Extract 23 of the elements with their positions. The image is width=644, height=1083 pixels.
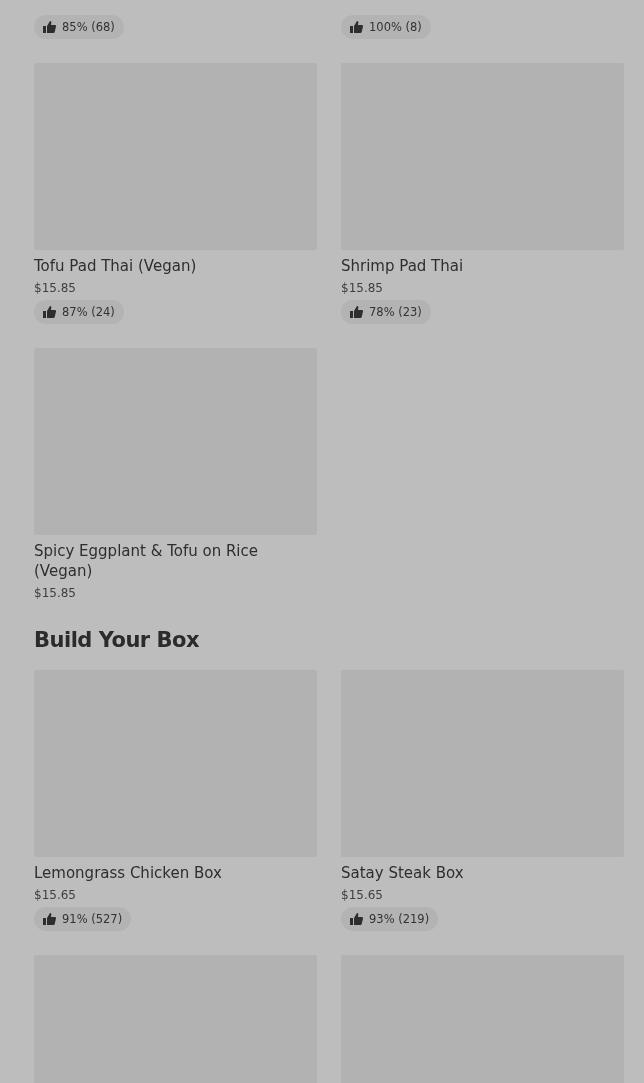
rating-text: 93% (219) xyxy=(369,912,430,926)
item-name[interactable]: Tofu Pad Thai (Vegan) xyxy=(34,256,317,276)
section-title: Build Your Box xyxy=(34,628,200,652)
rating-text: 85% (68) xyxy=(62,20,115,34)
item-price: $15.85 xyxy=(34,586,77,600)
item-price: $15.85 xyxy=(34,281,77,295)
rating-text: 100% (8) xyxy=(369,20,422,34)
item-name[interactable]: Satay Steak Box xyxy=(341,863,624,883)
item-name[interactable]: Spicy Eggplant & Tofu on Rice (Vegan) xyxy=(34,541,317,581)
item-price: $15.65 xyxy=(34,888,77,902)
item-price: $15.85 xyxy=(341,281,384,295)
thumbs-up-icon xyxy=(43,306,56,318)
thumbs-up-icon xyxy=(350,306,363,318)
thumbs-up-icon xyxy=(43,21,56,33)
item-name[interactable]: Shrimp Pad Thai xyxy=(341,256,624,276)
item-price: $15.65 xyxy=(341,888,384,902)
rating-text: 91% (527) xyxy=(62,912,123,926)
item-name[interactable]: Lemongrass Chicken Box xyxy=(34,863,317,883)
thumbs-up-icon xyxy=(350,913,363,925)
thumbs-up-icon xyxy=(43,913,56,925)
rating-text: 87% (24) xyxy=(62,305,115,319)
rating-text: 78% (23) xyxy=(369,305,422,319)
thumbs-up-icon xyxy=(350,21,363,33)
